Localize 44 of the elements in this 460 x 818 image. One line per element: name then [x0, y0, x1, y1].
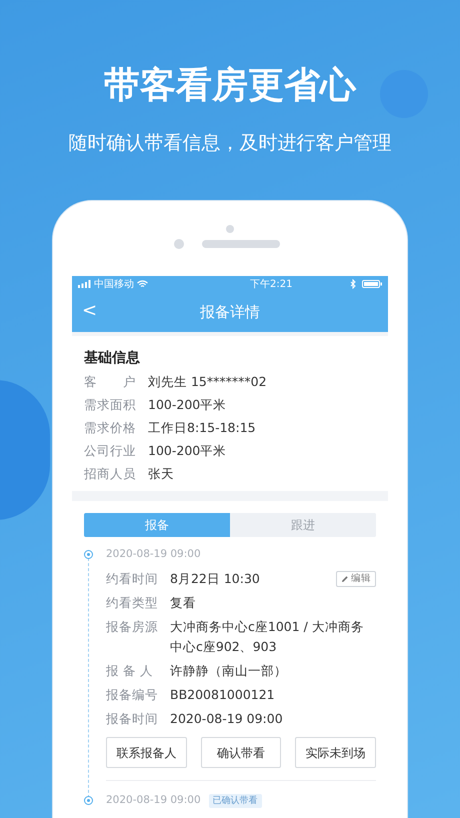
tab[interactable]: 报备 — [84, 513, 230, 537]
field-value: 8月22日 10:30 — [170, 570, 261, 588]
bluetooth-icon — [350, 279, 356, 289]
screen-title: 报备详情 — [200, 302, 260, 323]
action-button[interactable]: 实际未到场 — [295, 737, 376, 768]
field-value: 刘先生 15*******02 — [148, 373, 267, 391]
field-label: 需求面积 — [84, 396, 137, 414]
timeline-dot — [84, 550, 93, 559]
field-value: 张天 — [148, 465, 174, 483]
field-label: 报备时间 — [106, 710, 159, 728]
signal-icon — [78, 280, 92, 288]
wifi-icon — [137, 280, 148, 288]
action-button[interactable]: 联系报备人 — [106, 737, 187, 768]
field-value: 大冲商务中心c座1001 / 大冲商务中心c座902、903 — [170, 618, 365, 656]
field-value: 复看 — [170, 594, 197, 612]
field-value: BB20081000121 — [170, 686, 276, 704]
field-label: 约看类型 — [106, 594, 159, 612]
field-label: 约看时间 — [106, 570, 159, 588]
field-label: 需求价格 — [84, 419, 137, 437]
field-label: 公司行业 — [84, 442, 137, 460]
field-value: 2020-08-19 09:00 — [170, 710, 284, 728]
field-label: 客 户 — [84, 373, 137, 391]
action-button[interactable]: 确认带看 — [200, 737, 282, 768]
field-label: 招商人员 — [84, 465, 137, 483]
status-badge: 已确认带看 — [208, 794, 262, 808]
field-value: 100-200平米 — [148, 396, 226, 414]
field-value: 工作日8:15-18:15 — [148, 419, 256, 437]
field-value: 100-200平米 — [148, 442, 226, 460]
field-label: 报备房源 — [106, 618, 159, 636]
section-title: 基础信息 — [84, 349, 141, 368]
field-label: 报 备 人 — [106, 662, 154, 680]
entry-time: 2020-08-19 09:00 — [106, 793, 201, 808]
battery-icon — [362, 280, 382, 288]
edit-button[interactable]: 编辑 — [336, 571, 376, 587]
status-time: 下午2:21 — [250, 278, 292, 292]
field-value: 许静静（南山一部） — [170, 662, 288, 680]
field-label: 报备编号 — [106, 686, 159, 704]
pencil-icon — [341, 575, 349, 583]
timeline-dot — [84, 796, 93, 805]
subtitle: 随时确认带看信息，及时进行客户管理 — [68, 131, 392, 156]
carrier-label: 中国移动 — [94, 278, 134, 292]
back-button[interactable]: < — [82, 300, 98, 322]
entry-time: 2020-08-19 09:00 — [106, 547, 201, 562]
headline: 带客看房更省心 — [104, 64, 356, 108]
